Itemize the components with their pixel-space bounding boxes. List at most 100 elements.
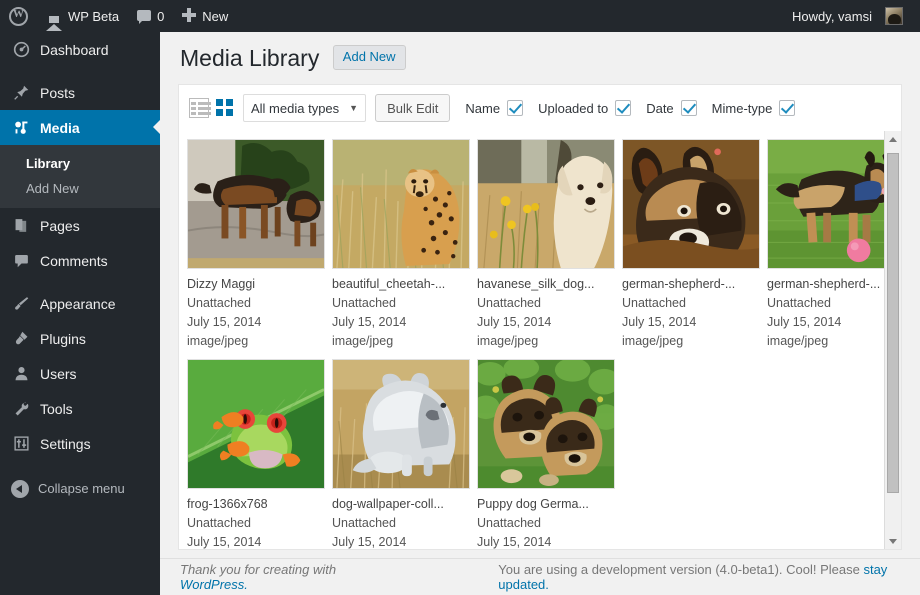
footer-thanks-text: Thank you for creating with (180, 562, 337, 577)
wordpress-link[interactable]: WordPress. (180, 577, 248, 592)
menu-separator (0, 278, 160, 286)
grid-view-icon[interactable] (216, 99, 234, 117)
media-item[interactable]: frog-1366x768 Unattached July 15, 2014 i… (187, 359, 325, 549)
media-item[interactable]: havanese_silk_dog... Unattached July 15,… (477, 139, 615, 351)
admin-sidebar: Dashboard Posts Media Library Add New Pa… (0, 32, 161, 595)
dashboard-icon (11, 40, 31, 60)
media-thumbnail[interactable] (187, 359, 325, 489)
wordpress-logo-icon (9, 6, 28, 26)
sidebar-item-comments[interactable]: Comments (0, 243, 160, 278)
filter-name-checkbox[interactable] (507, 100, 524, 116)
media-grid: Dizzy Maggi Unattached July 15, 2014 ima… (179, 131, 901, 549)
media-submenu: Library Add New (0, 145, 160, 208)
sidebar-item-label: Dashboard (40, 41, 109, 58)
media-thumbnail[interactable] (622, 139, 760, 269)
sidebar-item-label: Tools (40, 400, 73, 417)
filter-mime-type-checkbox[interactable] (779, 100, 796, 116)
sidebar-item-label: Comments (40, 252, 108, 269)
media-meta: beautiful_cheetah-... Unattached July 15… (332, 269, 470, 351)
media-title: german-shepherd-... (767, 277, 881, 291)
sidebar-item-appearance[interactable]: Appearance (0, 286, 160, 321)
list-view-icon[interactable] (189, 98, 211, 118)
sidebar-subitem-add-new[interactable]: Add New (0, 176, 160, 201)
greeting-label: Howdy, vamsi (792, 8, 872, 24)
filter-uploaded-to-group: Uploaded to (538, 100, 632, 116)
filter-uploaded-to-checkbox[interactable] (615, 100, 632, 116)
sidebar-item-dashboard[interactable]: Dashboard (0, 32, 160, 67)
footer-thanks: Thank you for creating with WordPress. (180, 562, 386, 592)
sidebar-item-settings[interactable]: Settings (0, 426, 160, 461)
media-item[interactable]: beautiful_cheetah-... Unattached July 15… (332, 139, 470, 351)
sidebar-item-media[interactable]: Media (0, 110, 161, 145)
media-title: havanese_silk_dog... (477, 277, 595, 291)
media-thumbnail[interactable] (332, 359, 470, 489)
filter-name-group: Name (465, 100, 524, 116)
wp-logo-menu[interactable] (0, 0, 37, 32)
media-thumbnail[interactable] (477, 139, 615, 269)
sidebar-item-posts[interactable]: Posts (0, 75, 160, 110)
collapse-arrow-icon (11, 479, 29, 498)
media-date: July 15, 2014 (477, 535, 552, 549)
sidebar-item-plugins[interactable]: Plugins (0, 321, 160, 356)
sidebar-item-label: Posts (40, 84, 76, 101)
media-title: dog-wallpaper-coll... (332, 497, 444, 511)
media-item[interactable]: Puppy dog Germa... Unattached July 15, 2… (477, 359, 615, 549)
scroll-down-arrow-icon[interactable] (885, 533, 901, 549)
add-new-button[interactable]: Add New (332, 44, 406, 70)
media-attached: Unattached (477, 296, 541, 310)
filter-date-group: Date (646, 100, 697, 116)
filter-uploaded-to-label: Uploaded to (538, 100, 609, 116)
media-type-filter-select[interactable]: All media types ▼ (243, 94, 367, 122)
sidebar-item-pages[interactable]: Pages (0, 208, 160, 243)
sidebar-item-users[interactable]: Users (0, 356, 160, 391)
media-thumbnail[interactable] (767, 139, 901, 269)
site-name-menu[interactable]: WP Beta (37, 0, 128, 32)
bulk-edit-button[interactable]: Bulk Edit (375, 94, 451, 122)
admin-footer: Thank you for creating with WordPress. Y… (160, 558, 920, 595)
page-title: Media Library (180, 45, 320, 71)
sidebar-item-label: Appearance (40, 295, 116, 312)
sidebar-item-label: Media (40, 119, 80, 136)
media-scrollbar[interactable] (884, 131, 901, 549)
media-item[interactable]: Dizzy Maggi Unattached July 15, 2014 ima… (187, 139, 325, 351)
media-item[interactable]: dog-wallpaper-coll... Unattached July 15… (332, 359, 470, 549)
comments-menu[interactable]: 0 (128, 0, 173, 32)
media-thumbnail[interactable] (477, 359, 615, 489)
filter-name-label: Name (465, 100, 501, 116)
wrench-icon (11, 399, 31, 419)
sidebar-item-label: Plugins (40, 330, 86, 347)
filter-mime-type-group: Mime-type (712, 100, 796, 116)
sidebar-item-label: Pages (40, 217, 80, 234)
home-icon (46, 8, 62, 31)
comment-bubble-icon (137, 9, 152, 24)
media-icon (11, 118, 31, 138)
bulk-edit-label: Bulk Edit (387, 100, 439, 116)
sliders-icon (11, 434, 31, 454)
user-account-menu[interactable]: Howdy, vamsi (783, 0, 912, 32)
media-attached: Unattached (767, 296, 831, 310)
media-mime: image/jpeg (767, 334, 829, 348)
scrollbar-thumb[interactable] (887, 153, 899, 493)
media-date: July 15, 2014 (332, 535, 407, 549)
sidebar-item-tools[interactable]: Tools (0, 391, 160, 426)
media-date: July 15, 2014 (622, 315, 697, 329)
user-icon (11, 364, 31, 384)
media-item[interactable]: german-shepherd-... Unattached July 15, … (767, 139, 901, 351)
sidebar-subitem-library[interactable]: Library (0, 151, 160, 176)
media-title: german-shepherd-... (622, 277, 736, 291)
media-type-filter-value: All media types (251, 100, 340, 116)
media-mime: image/jpeg (187, 334, 249, 348)
comment-bubble-icon (11, 251, 31, 271)
new-content-menu[interactable]: New (173, 0, 237, 32)
scroll-up-arrow-icon[interactable] (885, 131, 901, 148)
page-header: Media Library Add New (160, 32, 920, 84)
media-attached: Unattached (187, 296, 251, 310)
media-thumbnail[interactable] (332, 139, 470, 269)
comments-count: 0 (157, 8, 165, 24)
media-thumbnail[interactable] (187, 139, 325, 269)
collapse-menu-button[interactable]: Collapse menu (0, 471, 160, 506)
media-item[interactable]: german-shepherd-... Unattached July 15, … (622, 139, 760, 351)
media-toolbar: All media types ▼ Bulk Edit Name Uploade… (178, 84, 902, 131)
media-title: beautiful_cheetah-... (332, 277, 446, 291)
filter-date-checkbox[interactable] (680, 100, 697, 116)
